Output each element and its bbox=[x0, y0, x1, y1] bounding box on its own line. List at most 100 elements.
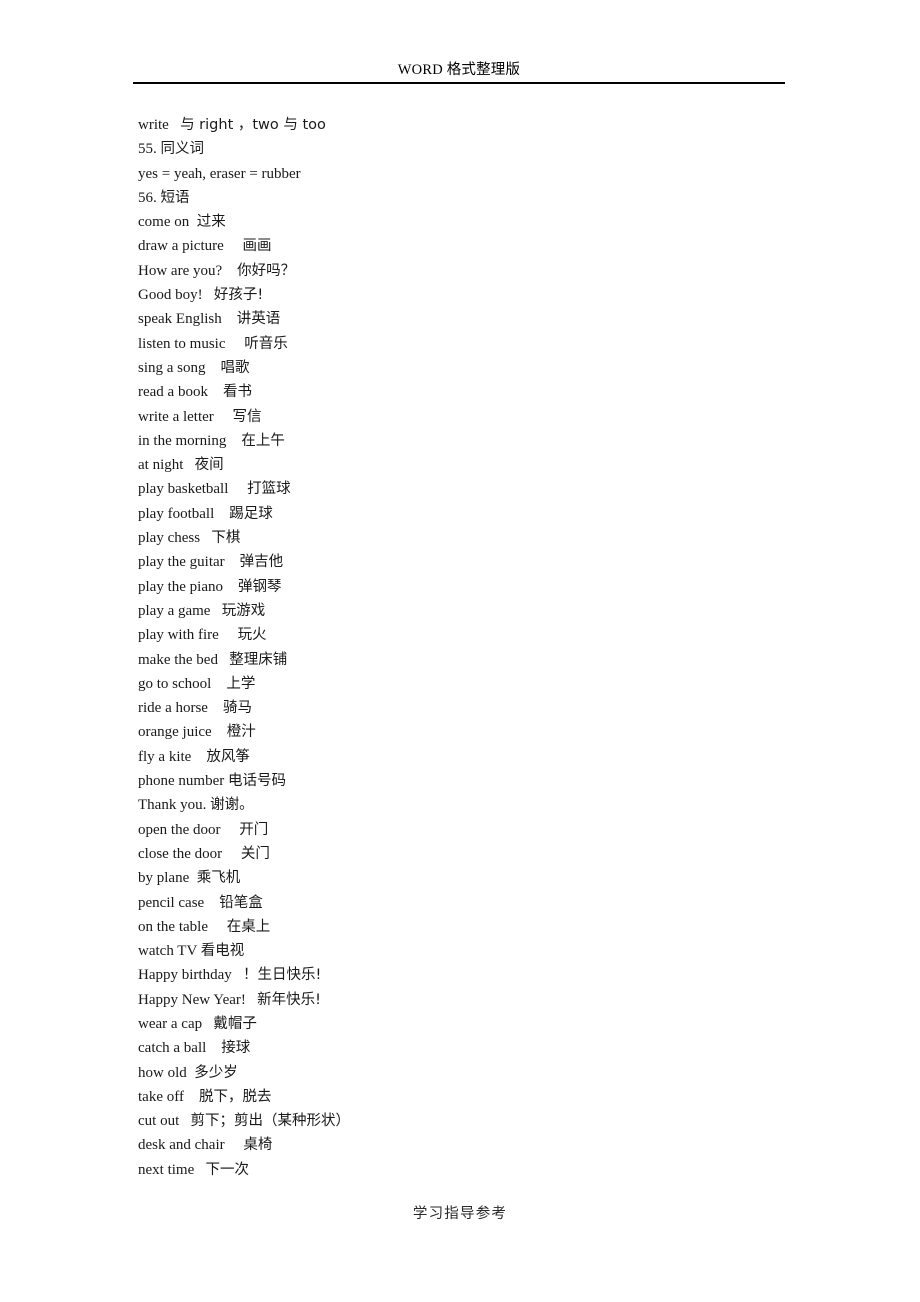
document-line: play basketball 打篮球 bbox=[138, 477, 838, 501]
line-english: ride a horse bbox=[138, 700, 208, 717]
document-line: play chess 下棋 bbox=[138, 526, 838, 550]
line-chinese: 写信 bbox=[232, 408, 262, 425]
line-english: go to school bbox=[138, 675, 212, 692]
document-line: how old 多少岁 bbox=[138, 1061, 838, 1085]
document-line: write 与 right ，two 与 too bbox=[138, 113, 838, 137]
line-chinese: 多少岁 bbox=[194, 1064, 238, 1081]
page-footer: 学习指导参考 bbox=[0, 1205, 920, 1223]
line-chinese: 夜间 bbox=[194, 457, 224, 474]
document-line: Good boy! 好孩子! bbox=[138, 283, 838, 307]
document-line: read a book 看书 bbox=[138, 380, 838, 404]
line-english: listen to music bbox=[138, 335, 226, 352]
line-chinese: 乘飞机 bbox=[196, 870, 241, 887]
document-line: close the door 关门 bbox=[138, 842, 838, 866]
line-chinese: 你好吗？ bbox=[237, 262, 296, 279]
line-chinese: 听音乐 bbox=[244, 335, 288, 352]
line-english: play with fire bbox=[138, 627, 219, 644]
line-chinese: 橙汁 bbox=[226, 724, 256, 741]
document-line: pencil case 铅笔盒 bbox=[138, 891, 838, 915]
line-chinese: 弹钢琴 bbox=[237, 578, 282, 595]
document-line: Thank you. 谢谢。 bbox=[138, 793, 838, 817]
line-english: next time bbox=[138, 1161, 195, 1178]
line-english: draw a picture bbox=[138, 238, 224, 255]
document-line: go to school 上学 bbox=[138, 672, 838, 696]
line-chinese: 整理床铺 bbox=[229, 651, 288, 668]
header-divider bbox=[133, 82, 785, 84]
line-chinese: 下一次 bbox=[205, 1161, 250, 1178]
page-header-title: WORD 格式整理版 bbox=[397, 62, 521, 78]
line-english: Happy New Year! bbox=[138, 991, 246, 1008]
line-english: read a book bbox=[138, 384, 208, 401]
line-chinese: 同义词 bbox=[160, 141, 205, 158]
line-chinese: 桌椅 bbox=[243, 1137, 273, 1154]
line-english: play football bbox=[138, 505, 215, 522]
line-chinese: 骑马 bbox=[222, 700, 252, 717]
document-line: Happy New Year! 新年快乐! bbox=[138, 988, 838, 1012]
line-chinese: 与 right ，two 与 too bbox=[180, 117, 326, 133]
line-chinese: 短语 bbox=[160, 189, 190, 206]
line-chinese: 在上午 bbox=[241, 432, 285, 449]
document-line: play the piano 弹钢琴 bbox=[138, 575, 838, 599]
line-chinese: 过来 bbox=[196, 214, 226, 231]
page-header: WORD 格式整理版 bbox=[133, 62, 785, 84]
line-english: pencil case bbox=[138, 894, 205, 911]
line-english: How are you? bbox=[138, 262, 223, 279]
line-chinese: 上学 bbox=[226, 675, 256, 692]
line-english: how old bbox=[138, 1064, 187, 1081]
line-chinese: 接球 bbox=[221, 1040, 251, 1057]
document-line: in the morning 在上午 bbox=[138, 429, 838, 453]
line-chinese: 新年快乐! bbox=[257, 991, 321, 1008]
line-chinese: 电话号码 bbox=[227, 773, 286, 790]
line-chinese: 弹吉他 bbox=[239, 554, 284, 571]
line-english: take off bbox=[138, 1088, 184, 1105]
line-english: by plane bbox=[138, 870, 190, 887]
document-line: 56. 短语 bbox=[138, 186, 838, 210]
line-english: play basketball bbox=[138, 481, 229, 498]
line-english: yes = yeah, eraser = rubber bbox=[138, 165, 301, 182]
document-line: open the door 开门 bbox=[138, 818, 838, 842]
document-line: play a game 玩游戏 bbox=[138, 599, 838, 623]
line-chinese: 唱歌 bbox=[220, 359, 250, 376]
line-chinese: 脱下，脱去 bbox=[198, 1088, 272, 1105]
line-chinese: 看书 bbox=[222, 384, 252, 401]
line-english: make the bed bbox=[138, 651, 218, 668]
line-english: 55. bbox=[138, 141, 161, 158]
document-line: play the guitar 弹吉他 bbox=[138, 550, 838, 574]
line-english: on the table bbox=[138, 918, 208, 935]
line-chinese: 铅笔盒 bbox=[219, 894, 263, 911]
line-english: orange juice bbox=[138, 724, 212, 741]
line-chinese: 讲英语 bbox=[236, 311, 281, 328]
document-line: speak English 讲英语 bbox=[138, 307, 838, 331]
line-chinese: 看电视 bbox=[200, 943, 245, 960]
line-chinese: 玩火 bbox=[237, 627, 267, 644]
document-line: How are you? 你好吗？ bbox=[138, 259, 838, 283]
line-english: catch a ball bbox=[138, 1040, 207, 1057]
line-chinese: 剪下；剪出（某种形状） bbox=[190, 1113, 351, 1130]
document-line: listen to music 听音乐 bbox=[138, 332, 838, 356]
line-english: write bbox=[138, 117, 173, 133]
line-chinese: 下棋 bbox=[211, 530, 241, 547]
page-footer-text: 学习指导参考 bbox=[412, 1206, 508, 1222]
